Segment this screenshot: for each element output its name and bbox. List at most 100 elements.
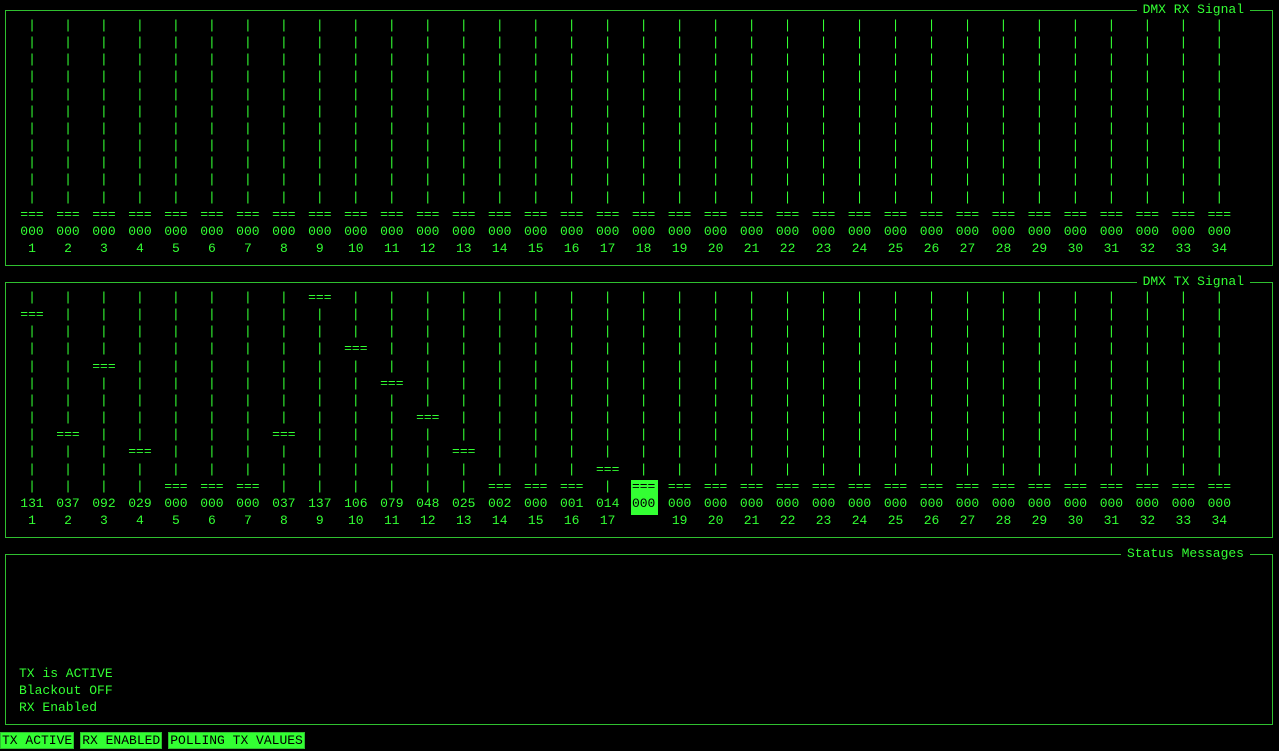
tx-channel-14[interactable]: | | | | | | | | | | | === 002 14 bbox=[482, 283, 518, 533]
tx-channel-5[interactable]: | | | | | | | | | | | === 000 5 bbox=[158, 283, 194, 533]
rx-channel-20[interactable]: | | | | | | | | | | | === 000 20 bbox=[698, 11, 734, 261]
channel-number: 20 bbox=[707, 512, 724, 528]
level-tick: | bbox=[136, 52, 144, 68]
level-tick: | bbox=[819, 444, 828, 460]
level-tick: | bbox=[999, 341, 1008, 357]
level-tick: | bbox=[531, 341, 540, 357]
channel-number: 19 bbox=[671, 240, 688, 256]
rx-channel-32[interactable]: | | | | | | | | | | | === 000 32 bbox=[1129, 11, 1165, 261]
tx-channel-9[interactable]: === | | | | | | | | | | | 137 9 bbox=[302, 283, 338, 533]
rx-channel-13[interactable]: | | | | | | | | | | | === 000 13 bbox=[446, 11, 482, 261]
rx-channel-7[interactable]: | | | | | | | | | | | === 000 7 bbox=[230, 11, 266, 261]
rx-channel-4[interactable]: | | | | | | | | | | | === 000 4 bbox=[122, 11, 158, 261]
rx-channel-2[interactable]: | | | | | | | | | | | === 000 2 bbox=[50, 11, 86, 261]
tx-channel-30[interactable]: | | | | | | | | | | | === 000 30 bbox=[1057, 283, 1093, 533]
tx-channel-22[interactable]: | | | | | | | | | | | === 000 22 bbox=[770, 283, 806, 533]
level-tick: | bbox=[315, 155, 324, 171]
rx-channel-12[interactable]: | | | | | | | | | | | === 000 12 bbox=[410, 11, 446, 261]
tx-channel-32[interactable]: | | | | | | | | | | | === 000 32 bbox=[1129, 283, 1165, 533]
rx-channel-28[interactable]: | | | | | | | | | | | === 000 28 bbox=[985, 11, 1021, 261]
rx-channel-3[interactable]: | | | | | | | | | | | === 000 3 bbox=[86, 11, 122, 261]
tx-channel-4[interactable]: | | | | | | | | | === | | 029 4 bbox=[122, 283, 158, 533]
tx-channel-13[interactable]: | | | | | | | | | === | | 025 13 bbox=[446, 283, 482, 533]
level-tick: | bbox=[1143, 189, 1152, 205]
level-bar: === bbox=[20, 307, 44, 323]
rx-channel-34[interactable]: | | | | | | | | | | | === 000 34 bbox=[1201, 11, 1237, 261]
tx-channel-18[interactable]: | | | | | | | | | | | === 000 18 bbox=[626, 283, 662, 533]
rx-channel-10[interactable]: | | | | | | | | | | | === 000 10 bbox=[338, 11, 374, 261]
rx-channel-29[interactable]: | | | | | | | | | | | === 000 29 bbox=[1021, 11, 1057, 261]
channel-value: 048 bbox=[416, 495, 440, 511]
tx-channel-12[interactable]: | | | | | | | === | | | | 048 12 bbox=[410, 283, 446, 533]
tx-channel-23[interactable]: | | | | | | | | | | | === 000 23 bbox=[806, 283, 842, 533]
rx-channel-31[interactable]: | | | | | | | | | | | === 000 31 bbox=[1093, 11, 1129, 261]
rx-channel-30[interactable]: | | | | | | | | | | | === 000 30 bbox=[1057, 11, 1093, 261]
rx-channel-5[interactable]: | | | | | | | | | | | === 000 5 bbox=[158, 11, 194, 261]
level-tick: | bbox=[819, 86, 828, 102]
level-tick: | bbox=[1143, 172, 1152, 188]
tx-channel-10[interactable]: | | | === | | | | | | | | 106 10 bbox=[338, 283, 374, 533]
tx-channel-25[interactable]: | | | | | | | | | | | === 000 25 bbox=[878, 283, 914, 533]
channel-value: 029 bbox=[128, 495, 152, 511]
rx-channel-1[interactable]: | | | | | | | | | | | === 000 1 bbox=[14, 11, 50, 261]
level-tick: | bbox=[279, 392, 288, 408]
tx-channel-1[interactable]: | === | | | | | | | | | | 131 1 bbox=[14, 283, 50, 533]
level-tick: | bbox=[1143, 324, 1152, 340]
level-bar: === bbox=[775, 206, 800, 222]
level-tick: | bbox=[639, 375, 648, 391]
level-tick: | bbox=[1035, 358, 1044, 374]
tx-channel-24[interactable]: | | | | | | | | | | | === 000 24 bbox=[842, 283, 878, 533]
level-tick: | bbox=[603, 35, 612, 51]
rx-channel-25[interactable]: | | | | | | | | | | | === 000 25 bbox=[878, 11, 914, 261]
rx-channel-15[interactable]: | | | | | | | | | | | === 000 15 bbox=[518, 11, 554, 261]
rx-channel-22[interactable]: | | | | | | | | | | | === 000 22 bbox=[770, 11, 806, 261]
rx-channel-33[interactable]: | | | | | | | | | | | === 000 33 bbox=[1165, 11, 1201, 261]
tx-channel-11[interactable]: | | | | | === | | | | | | 079 11 bbox=[374, 283, 410, 533]
tx-channel-3[interactable]: | | | | === | | | | | | | 092 3 bbox=[86, 283, 122, 533]
rx-channel-8[interactable]: | | | | | | | | | | | === 000 8 bbox=[266, 11, 302, 261]
tx-channel-27[interactable]: | | | | | | | | | | | === 000 27 bbox=[949, 283, 985, 533]
tx-channel-29[interactable]: | | | | | | | | | | | === 000 29 bbox=[1021, 283, 1057, 533]
level-tick: | bbox=[243, 461, 252, 477]
tx-channel-31[interactable]: | | | | | | | | | | | === 000 31 bbox=[1093, 283, 1129, 533]
tx-channel-15[interactable]: | | | | | | | | | | | === 000 15 bbox=[518, 283, 554, 533]
tx-channel-2[interactable]: | | | | | | | | === | | | 037 2 bbox=[50, 283, 86, 533]
rx-channel-27[interactable]: | | | | | | | | | | | === 000 27 bbox=[949, 11, 985, 261]
level-bar: === bbox=[1207, 478, 1232, 494]
tx-channel-6[interactable]: | | | | | | | | | | | === 000 6 bbox=[194, 283, 230, 533]
level-bar: === bbox=[416, 206, 440, 222]
rx-channel-24[interactable]: | | | | | | | | | | | === 000 24 bbox=[842, 11, 878, 261]
rx-channel-6[interactable]: | | | | | | | | | | | === 000 6 bbox=[194, 11, 230, 261]
rx-channel-14[interactable]: | | | | | | | | | | | === 000 14 bbox=[482, 11, 518, 261]
tx-channel-8[interactable]: | | | | | | | | === | | | 037 8 bbox=[266, 283, 302, 533]
tx-channel-33[interactable]: | | | | | | | | | | | === 000 33 bbox=[1165, 283, 1201, 533]
level-tick: | bbox=[783, 103, 792, 119]
level-tick: | bbox=[963, 392, 972, 408]
tx-channel-34[interactable]: | | | | | | | | | | | === 000 34 bbox=[1201, 283, 1237, 533]
level-tick: | bbox=[855, 86, 864, 102]
tx-channel-21[interactable]: | | | | | | | | | | | === 000 21 bbox=[734, 283, 770, 533]
rx-channel-19[interactable]: | | | | | | | | | | | === 000 19 bbox=[662, 11, 698, 261]
level-tick: | bbox=[711, 324, 720, 340]
channel-value: 106 bbox=[344, 495, 368, 511]
rx-channel-26[interactable]: | | | | | | | | | | | === 000 26 bbox=[914, 11, 950, 261]
tx-channel-26[interactable]: | | | | | | | | | | | === 000 26 bbox=[914, 283, 950, 533]
level-tick: | bbox=[243, 324, 252, 340]
rx-channel-16[interactable]: | | | | | | | | | | | === 000 16 bbox=[554, 11, 590, 261]
tx-channel-28[interactable]: | | | | | | | | | | | === 000 28 bbox=[985, 283, 1021, 533]
level-tick: | bbox=[1035, 138, 1044, 154]
level-tick: | bbox=[999, 120, 1008, 136]
rx-channel-17[interactable]: | | | | | | | | | | | === 000 17 bbox=[590, 11, 626, 261]
rx-channel-18[interactable]: | | | | | | | | | | | === 000 18 bbox=[626, 11, 662, 261]
rx-channel-23[interactable]: | | | | | | | | | | | === 000 23 bbox=[806, 11, 842, 261]
tx-channel-19[interactable]: | | | | | | | | | | | === 000 19 bbox=[662, 283, 698, 533]
rx-channel-11[interactable]: | | | | | | | | | | | === 000 11 bbox=[374, 11, 410, 261]
tx-channel-16[interactable]: | | | | | | | | | | | === 001 16 bbox=[554, 283, 590, 533]
tx-channel-7[interactable]: | | | | | | | | | | | === 000 7 bbox=[230, 283, 266, 533]
tx-channel-17[interactable]: | | | | | | | | | | === | 014 17 bbox=[590, 283, 626, 533]
rx-channel-9[interactable]: | | | | | | | | | | | === 000 9 bbox=[302, 11, 338, 261]
level-tick: | bbox=[279, 461, 288, 477]
rx-channel-21[interactable]: | | | | | | | | | | | === 000 21 bbox=[734, 11, 770, 261]
level-tick: | bbox=[963, 155, 972, 171]
tx-channel-20[interactable]: | | | | | | | | | | | === 000 20 bbox=[698, 283, 734, 533]
